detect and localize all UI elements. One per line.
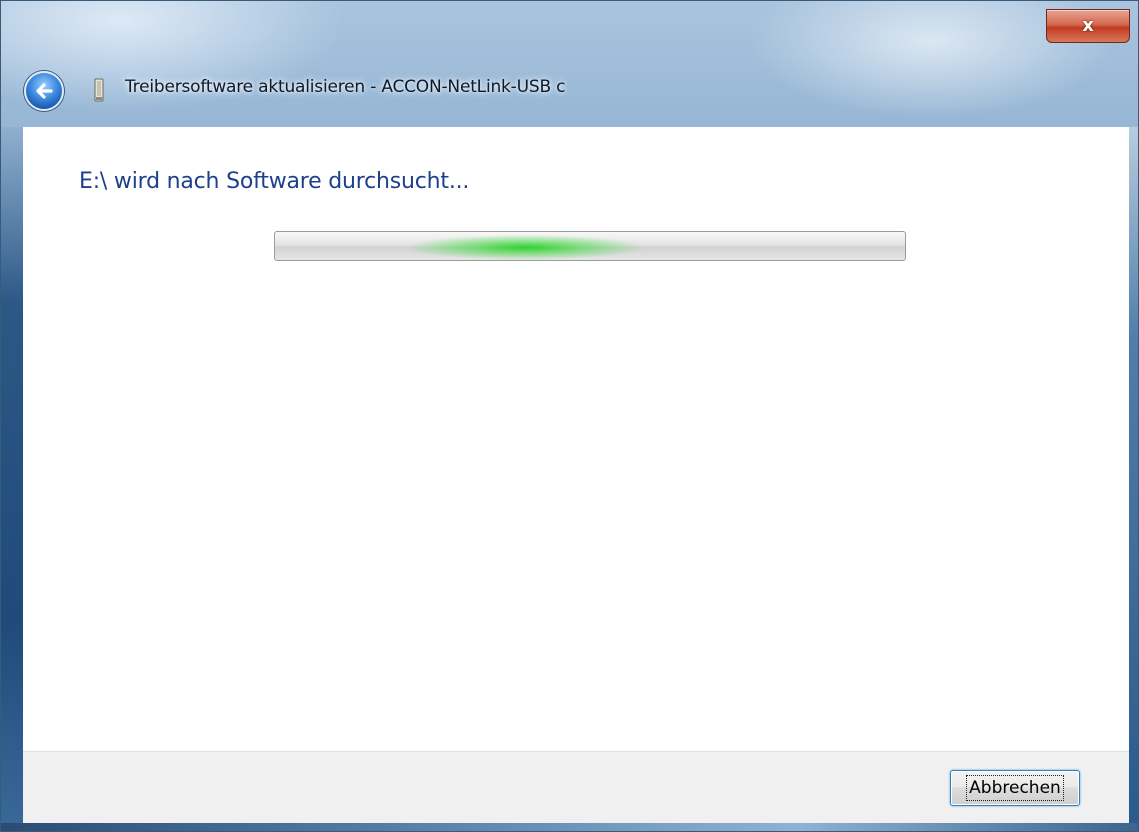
- window-frame-bottom: [1, 823, 1138, 831]
- content-area: E:\ wird nach Software durchsucht...: [23, 127, 1129, 751]
- footer-bar: Abbrechen: [23, 751, 1129, 825]
- window-frame-left: [1, 127, 23, 831]
- close-icon: x: [1082, 15, 1094, 36]
- wizard-window: x Treibersoftware aktualisieren - ACCON-…: [0, 0, 1139, 832]
- back-arrow-icon: [36, 83, 53, 99]
- usb-device-icon: [94, 78, 104, 102]
- back-button[interactable]: [24, 71, 64, 111]
- cancel-button[interactable]: Abbrechen: [950, 770, 1080, 806]
- progress-marquee: [405, 232, 645, 260]
- cancel-button-label: Abbrechen: [966, 775, 1064, 801]
- window-title: Treibersoftware aktualisieren - ACCON-Ne…: [125, 77, 566, 97]
- progress-bar: [274, 231, 906, 261]
- close-button[interactable]: x: [1046, 9, 1130, 43]
- page-heading: E:\ wird nach Software durchsucht...: [79, 169, 470, 194]
